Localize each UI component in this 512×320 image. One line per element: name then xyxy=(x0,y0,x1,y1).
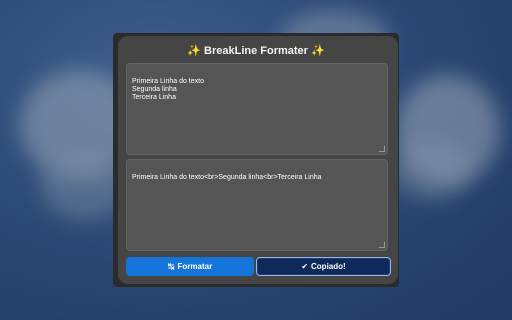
input-textarea[interactable]: Primeira Linha do texto Segunda linha Te… xyxy=(126,63,388,155)
input-text[interactable]: Primeira Linha do texto Segunda linha Te… xyxy=(132,78,204,101)
background-cloud xyxy=(390,140,470,200)
output-textarea[interactable]: Primeira Linha do texto<br>Segunda linha… xyxy=(126,159,388,251)
resize-handle[interactable] xyxy=(379,242,385,248)
format-button-label: Formatar xyxy=(177,262,213,271)
output-text[interactable]: Primeira Linha do texto<br>Segunda linha… xyxy=(132,174,322,181)
resize-handle[interactable] xyxy=(379,146,385,152)
copy-button[interactable]: ✔ Copiado! xyxy=(256,257,391,276)
app-title: ✨ BreakLine Formater ✨ xyxy=(187,45,325,57)
format-icon: ↹ xyxy=(167,262,175,271)
checkmark-icon: ✔ xyxy=(301,262,309,271)
format-button[interactable]: ↹ Formatar xyxy=(126,257,254,276)
copy-button-label: Copiado! xyxy=(311,262,346,271)
